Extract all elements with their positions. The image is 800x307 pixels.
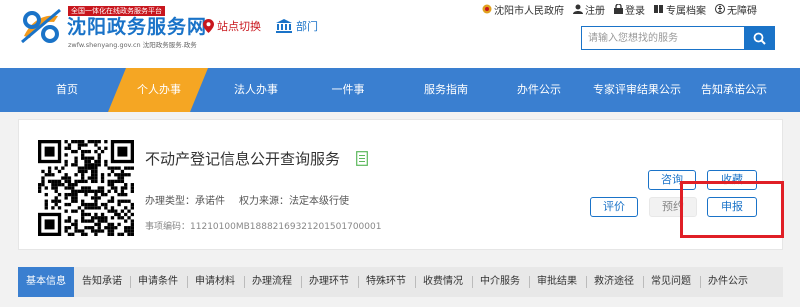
tab-divider [643,276,644,288]
tab-materials[interactable]: 申请材料 [189,267,241,297]
accessibility-link[interactable]: 无障碍 [715,2,757,17]
logo-title: 沈阳政务服务网 [67,16,208,38]
tab-basic-info[interactable]: 基本信息 [18,267,74,297]
service-code: 事项编码：11210100MB18882169321201501700001 [145,219,381,232]
department-label: 部门 [296,20,318,33]
tab-divider [700,276,701,288]
department-link[interactable]: 部门 [276,18,318,34]
accessibility-icon [715,4,725,14]
tab-faq[interactable]: 常见问题 [645,267,697,297]
tab-divider [415,276,416,288]
site-logo[interactable]: 全国一体化在线政务服务平台 沈阳政务服务网 zwfw.shenyang.gov.… [18,6,208,49]
nav-home[interactable]: 首页 [40,68,94,112]
search-icon [753,32,766,45]
building-icon [276,19,292,33]
type-value: 承诺件 [195,196,225,207]
location-pin-icon [203,19,214,33]
code-label: 事项编码： [145,222,191,232]
tab-process[interactable]: 办理流程 [246,267,298,297]
service-meta: 办理类型：承诺件 权力来源：法定本级行使 [145,192,349,207]
accessibility-label: 无障碍 [727,5,757,17]
nav-personal[interactable]: 个人办事 [124,68,194,112]
lock-icon [614,4,623,14]
tab-conditions[interactable]: 申请条件 [132,267,184,297]
tab-remedy[interactable]: 救济途径 [588,267,640,297]
login-label: 登录 [625,5,645,17]
gov-link-label: 沈阳市人民政府 [494,5,564,17]
gov-link[interactable]: 沈阳市人民政府 [482,2,564,17]
apply-highlight-box [680,181,784,238]
archive-label: 专属档案 [666,5,706,17]
logo-mark-icon [21,8,61,44]
source-label: 权力来源： [239,196,289,207]
tab-divider [130,276,131,288]
nav-service-guide[interactable]: 服务指南 [412,68,480,112]
register-label: 注册 [585,5,605,17]
nav-corporate[interactable]: 法人办事 [222,68,290,112]
tab-fees[interactable]: 收费情况 [417,267,469,297]
nav-commitment-notice[interactable]: 告知承诺公示 [694,68,774,112]
user-icon [573,4,583,14]
tab-steps[interactable]: 办理环节 [303,267,355,297]
tab-results[interactable]: 审批结果 [531,267,583,297]
archive-link[interactable]: 专属档案 [654,2,706,17]
gov-emblem-icon [482,4,492,14]
tab-divider [244,276,245,288]
search-button[interactable] [744,27,774,49]
site-switch-link[interactable]: 站点切换 [203,18,261,34]
site-header: 全国一体化在线政务服务平台 沈阳政务服务网 zwfw.shenyang.gov.… [0,0,800,68]
tab-divider [301,276,302,288]
tab-divider [358,276,359,288]
detail-tabs: 基本信息 告知承诺 申请条件 申请材料 办理流程 办理环节 特殊环节 收费情况 … [18,267,783,297]
nav-case-notice[interactable]: 办件公示 [505,68,573,112]
login-link[interactable]: 登录 [614,2,645,17]
qr-code [38,140,134,236]
tab-case-notice[interactable]: 办件公示 [702,267,754,297]
archive-icon [654,5,663,13]
nav-expert-review[interactable]: 专家评审结果公示 [586,68,688,112]
tab-divider [187,276,188,288]
evaluate-button[interactable]: 评价 [590,197,638,217]
site-switch-label: 站点切换 [217,20,261,33]
source-value: 法定本级行使 [289,196,349,207]
tab-divider [529,276,530,288]
search-box [581,26,775,50]
tab-intermediary[interactable]: 中介服务 [474,267,526,297]
type-label: 办理类型： [145,196,195,207]
code-value: 11210100MB18882169321201501700001 [190,222,382,232]
logo-subtitle: zwfw.shenyang.gov.cn 沈阳政务服务.政务 [68,41,197,49]
search-input[interactable] [582,27,746,49]
nav-one-thing[interactable]: 一件事 [318,68,378,112]
tab-commitment[interactable]: 告知承诺 [76,267,128,297]
register-link[interactable]: 注册 [573,2,605,17]
top-utility-bar: 沈阳市人民政府 注册 登录 专属档案 无障碍 [482,2,757,17]
service-title: 不动产登记信息公开查询服务 [145,150,341,168]
tab-divider [586,276,587,288]
document-icon[interactable] [356,151,368,166]
tab-divider [472,276,473,288]
logo-platform-text: 全国一体化在线政务服务平台 [68,6,165,16]
tab-special-steps[interactable]: 特殊环节 [360,267,412,297]
